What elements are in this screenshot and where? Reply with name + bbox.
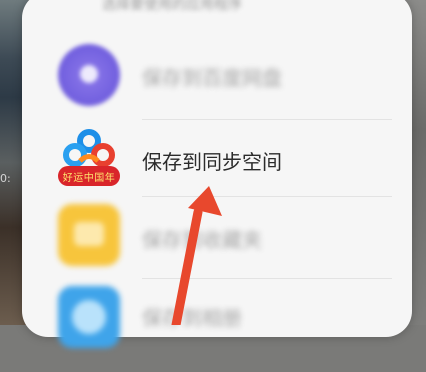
annotation-arrow [171, 186, 222, 325]
arrow-shaft [171, 207, 203, 325]
arrow-head [188, 186, 222, 216]
